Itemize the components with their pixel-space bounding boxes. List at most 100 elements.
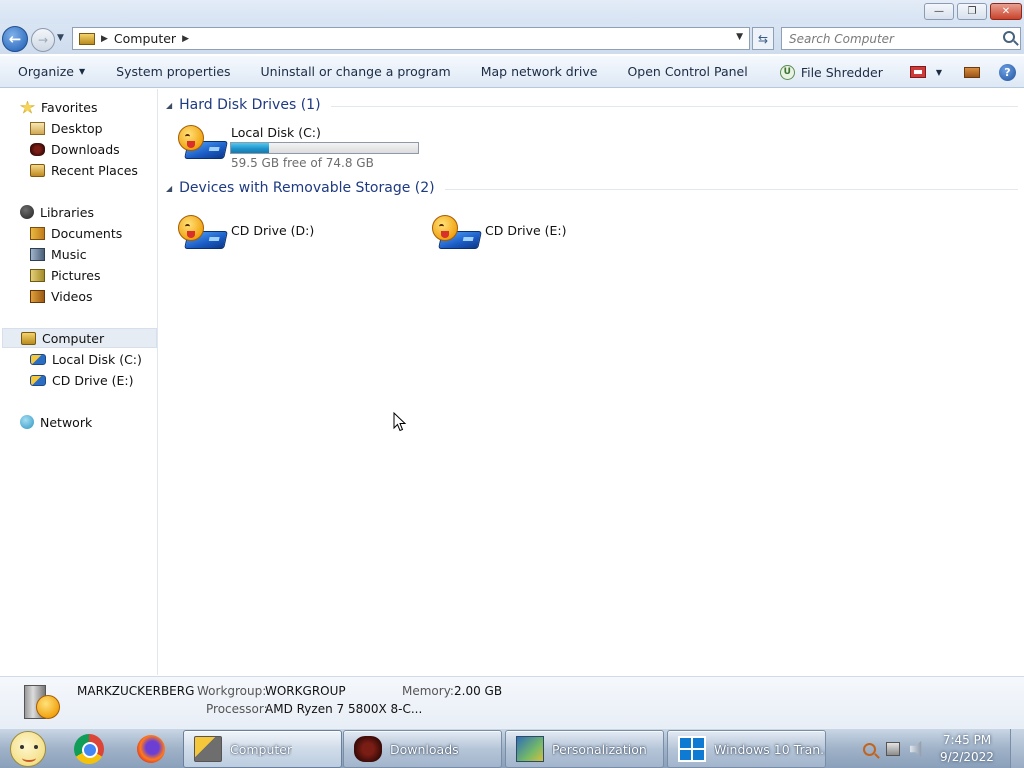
computer-icon bbox=[79, 32, 95, 45]
sidebar-item-cd-drive[interactable]: CD Drive (E:) bbox=[30, 370, 134, 390]
uninstall-program-button[interactable]: Uninstall or change a program bbox=[252, 58, 460, 86]
drive-usage-bar bbox=[230, 142, 419, 154]
drive-local-disk-c[interactable]: Local Disk (C:) 59.5 GB free of 74.8 GB bbox=[176, 123, 426, 170]
close-button[interactable]: ✕ bbox=[990, 3, 1022, 20]
processor-label: Processor: bbox=[206, 702, 268, 716]
window-controls: — ❐ ✕ bbox=[924, 3, 1022, 20]
computer-icon bbox=[20, 681, 64, 723]
search-icon[interactable] bbox=[863, 742, 876, 756]
task-label: Windows 10 Tran... bbox=[714, 741, 825, 757]
chevron-down-icon: ▼ bbox=[79, 67, 86, 76]
workgroup-label: Workgroup: bbox=[197, 684, 267, 698]
drive-usage-fill bbox=[231, 143, 270, 153]
details-pane: MARKZUCKERBERG Workgroup: WORKGROUP Memo… bbox=[0, 676, 1024, 728]
task-label: Downloads bbox=[390, 741, 459, 757]
taskbar-task-windows10[interactable]: Windows 10 Tran... bbox=[667, 730, 826, 768]
sidebar-item-music[interactable]: Music bbox=[30, 244, 87, 264]
sidebar-item-libraries[interactable]: Libraries bbox=[20, 202, 94, 222]
sidebar-item-label: Recent Places bbox=[51, 162, 138, 178]
collapse-arrow-icon[interactable]: ◢ bbox=[166, 101, 172, 110]
start-button[interactable] bbox=[8, 731, 48, 767]
drive-icon bbox=[30, 353, 46, 365]
sidebar-item-label: Music bbox=[51, 246, 87, 262]
taskbar: Computer Downloads Personalization Windo… bbox=[0, 728, 1024, 768]
recent-places-icon bbox=[30, 163, 45, 177]
minimize-button[interactable]: — bbox=[924, 3, 954, 20]
change-view-icon[interactable] bbox=[909, 66, 926, 78]
windows-logo-icon bbox=[678, 736, 706, 762]
search-icon[interactable] bbox=[1003, 31, 1015, 43]
breadcrumb-separator[interactable]: ▶ bbox=[182, 34, 189, 44]
pictures-icon bbox=[30, 268, 45, 282]
taskbar-task-computer[interactable]: Computer bbox=[183, 730, 342, 768]
taskbar-task-personalization[interactable]: Personalization bbox=[505, 730, 664, 768]
workgroup-value: WORKGROUP bbox=[265, 684, 346, 698]
taskbar-firefox[interactable] bbox=[134, 733, 168, 765]
organize-menu[interactable]: Organize ▼ bbox=[0, 58, 94, 86]
group-header-hard-disk-drives[interactable]: ◢ Hard Disk Drives (1) bbox=[166, 97, 1018, 113]
sidebar-item-videos[interactable]: Videos bbox=[30, 286, 93, 306]
organize-label: Organize bbox=[18, 64, 74, 79]
sidebar-item-pictures[interactable]: Pictures bbox=[30, 265, 101, 285]
file-shredder-button[interactable]: U File Shredder bbox=[771, 58, 892, 86]
sidebar-item-favorites[interactable]: Favorites bbox=[20, 97, 97, 117]
computer-icon bbox=[21, 331, 36, 345]
breadcrumb-separator[interactable]: ▶ bbox=[101, 34, 108, 44]
sidebar-item-downloads[interactable]: Downloads bbox=[30, 139, 120, 159]
memory-label: Memory: bbox=[402, 684, 454, 698]
address-dropdown-button[interactable]: ▼ bbox=[736, 32, 743, 42]
drive-name: CD Drive (E:) bbox=[485, 223, 567, 238]
restore-button[interactable]: ❐ bbox=[957, 3, 987, 20]
sidebar-item-computer[interactable]: Computer bbox=[2, 328, 157, 348]
star-icon bbox=[20, 100, 35, 114]
sidebar-item-recent-places[interactable]: Recent Places bbox=[30, 160, 138, 180]
collapse-arrow-icon[interactable]: ◢ bbox=[166, 184, 172, 193]
file-shredder-label: File Shredder bbox=[800, 64, 883, 80]
sidebar-item-label: Computer bbox=[42, 330, 105, 346]
help-icon[interactable]: ? bbox=[999, 63, 1016, 81]
sidebar-item-label: Pictures bbox=[51, 267, 101, 283]
sidebar-item-documents[interactable]: Documents bbox=[30, 223, 122, 243]
search-input[interactable] bbox=[782, 28, 992, 49]
back-button[interactable]: ← bbox=[2, 26, 28, 52]
drive-name: CD Drive (D:) bbox=[231, 223, 315, 238]
show-desktop-button[interactable] bbox=[1010, 729, 1024, 768]
map-network-drive-button[interactable]: Map network drive bbox=[472, 58, 607, 86]
address-bar[interactable]: ▶ Computer ▶ ▼ bbox=[72, 27, 750, 50]
group-header-removable-storage[interactable]: ◢ Devices with Removable Storage (2) bbox=[166, 180, 1018, 196]
music-icon bbox=[30, 247, 45, 261]
sidebar-item-label: CD Drive (E:) bbox=[52, 372, 134, 388]
drive-cd-e[interactable]: CD Drive (E:) bbox=[430, 213, 630, 253]
drive-cd-d[interactable]: CD Drive (D:) bbox=[176, 213, 376, 253]
personalization-icon bbox=[516, 736, 544, 762]
group-header-label: Devices with Removable Storage (2) bbox=[179, 180, 435, 196]
search-box[interactable] bbox=[781, 27, 1021, 50]
system-properties-button[interactable]: System properties bbox=[107, 58, 239, 86]
shredder-icon: U bbox=[779, 64, 795, 80]
recent-pages-dropdown[interactable]: ▼ bbox=[57, 33, 64, 43]
refresh-button[interactable]: ⇆ bbox=[752, 27, 774, 50]
sidebar-item-label: Desktop bbox=[51, 120, 103, 136]
clock[interactable]: 7:45 PM 9/2/2022 bbox=[936, 732, 998, 766]
network-icon bbox=[20, 415, 34, 429]
sidebar-item-local-disk[interactable]: Local Disk (C:) bbox=[30, 349, 142, 369]
chrome-icon bbox=[74, 734, 104, 764]
drive-free-space: 59.5 GB free of 74.8 GB bbox=[231, 156, 374, 170]
videos-icon bbox=[30, 289, 45, 303]
desktop-icon bbox=[30, 121, 45, 135]
preview-pane-icon[interactable] bbox=[964, 66, 980, 78]
open-control-panel-button[interactable]: Open Control Panel bbox=[618, 58, 756, 86]
forward-button[interactable]: → bbox=[31, 28, 55, 52]
firefox-icon bbox=[137, 735, 165, 763]
command-bar: Organize ▼ System properties Uninstall o… bbox=[0, 56, 1024, 88]
action-center-flag-icon[interactable] bbox=[886, 742, 900, 756]
volume-icon[interactable] bbox=[910, 741, 922, 757]
taskbar-task-downloads[interactable]: Downloads bbox=[343, 730, 502, 768]
sidebar-item-label: Favorites bbox=[41, 99, 98, 115]
taskbar-chrome[interactable] bbox=[72, 733, 106, 765]
sidebar-item-network[interactable]: Network bbox=[20, 412, 92, 432]
sidebar-item-desktop[interactable]: Desktop bbox=[30, 118, 103, 138]
sidebar-item-label: Downloads bbox=[51, 141, 120, 157]
view-options-dropdown[interactable]: ▼ bbox=[936, 68, 942, 77]
breadcrumb-computer[interactable]: Computer bbox=[114, 31, 176, 46]
